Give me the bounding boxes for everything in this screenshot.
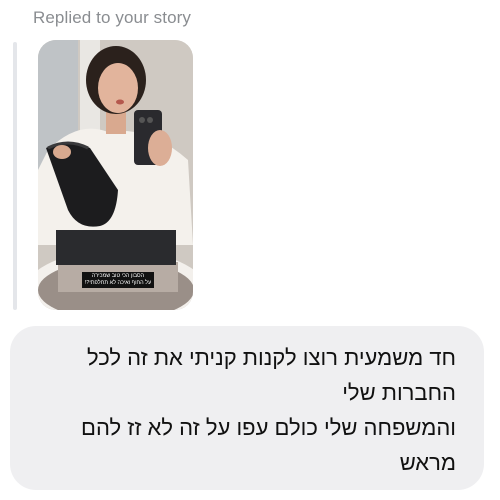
message-bubble[interactable]: חד משמעית רוצו לקנות קניתי את זה לכל החב…: [10, 326, 484, 490]
story-thumbnail[interactable]: הסבון הכי טוב שמכירה על החוף ואיכה לא תח…: [38, 40, 193, 310]
reply-indicator-bar: [13, 42, 17, 310]
message-line: החברות שלי: [342, 380, 456, 405]
story-caption: הסבון הכי טוב שמכירה על החוף ואיכה לא תח…: [82, 272, 154, 288]
story-photo: [38, 40, 193, 310]
message-line: והמשפחה שלי כולם עפו על זה לא זז להם: [81, 415, 456, 440]
dm-thread: Replied to your story הסבון הכי טוב שמכי…: [0, 0, 500, 500]
message-line: מראש: [399, 450, 456, 475]
story-caption-line: הסבון הכי טוב שמכירה: [91, 273, 145, 279]
story-caption-line: על החוף ואיכה לא תחלפתי?!: [84, 280, 152, 286]
message-line: חד משמעית רוצו לקנות קניתי את זה לכל: [87, 345, 456, 370]
replied-to-story-label: Replied to your story: [33, 8, 192, 27]
